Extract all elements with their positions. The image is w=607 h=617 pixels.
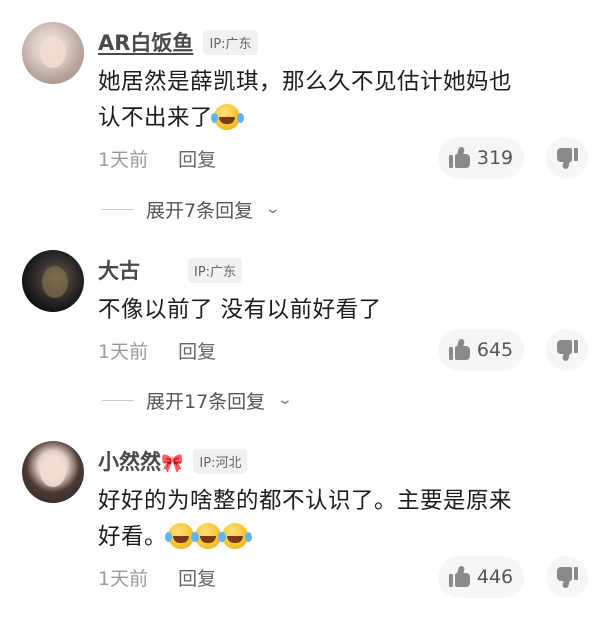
- comment-text-segment: 好看。: [98, 524, 168, 550]
- comment-meta: 1天前 回复: [98, 330, 216, 370]
- like-button[interactable]: 645: [438, 329, 524, 371]
- like-button[interactable]: 446: [438, 556, 524, 598]
- timestamp: 1天前: [98, 148, 149, 171]
- divider: [102, 399, 134, 401]
- dislike-button[interactable]: [546, 329, 588, 371]
- divider: [102, 208, 134, 210]
- comment-list: AR白饭鱼 IP:广东 她居然是薛凯琪，那么久不见估计她妈也 认不出来了 1天前…: [0, 0, 607, 617]
- reply-button[interactable]: 回复: [178, 145, 216, 172]
- comment-text-line: 认不出来了: [98, 100, 577, 136]
- reply-button[interactable]: 回复: [178, 564, 216, 591]
- thumbs-down-icon: [556, 339, 578, 362]
- thumbs-down-icon: [556, 147, 578, 170]
- timestamp: 1天前: [98, 567, 149, 590]
- ip-location-badge: IP:河北: [193, 448, 248, 474]
- avatar[interactable]: [22, 22, 84, 84]
- expand-replies-button[interactable]: 展开7条回复 ⌄: [102, 194, 282, 224]
- username[interactable]: 大古: [98, 255, 140, 285]
- avatar[interactable]: [22, 441, 84, 503]
- comment-text-segment: 认不出来了: [98, 105, 214, 131]
- comment-meta: 1天前 回复: [98, 557, 216, 597]
- comment-header: 大古 IP:广东: [98, 255, 243, 285]
- bow-icon: 🎀: [161, 453, 184, 474]
- laughing-tears-emoji: [192, 523, 222, 549]
- dislike-button[interactable]: [546, 137, 588, 179]
- comment-text: 不像以前了 没有以前好看了: [98, 292, 577, 328]
- thumbs-down-icon: [556, 566, 578, 589]
- username[interactable]: AR白饭鱼: [98, 27, 193, 57]
- like-count: 319: [476, 147, 514, 169]
- comment-text: 她居然是薛凯琪，那么久不见估计她妈也 认不出来了: [98, 64, 577, 136]
- laughing-tears-emoji: [211, 104, 241, 130]
- comment-meta: 1天前 回复: [98, 138, 216, 178]
- ip-location-badge: IP:广东: [188, 257, 243, 283]
- thumbs-up-icon: [448, 565, 471, 588]
- dislike-button[interactable]: [546, 556, 588, 598]
- timestamp: 1天前: [98, 340, 149, 363]
- thumbs-up-icon: [448, 146, 471, 169]
- expand-replies-label: 展开7条回复: [146, 199, 254, 222]
- expand-replies-button[interactable]: 展开17条回复 ⌄: [102, 385, 294, 415]
- ip-location-badge: IP:广东: [203, 29, 258, 55]
- expand-replies-label: 展开17条回复: [146, 390, 266, 413]
- chevron-down-icon: ⌄: [276, 392, 294, 408]
- like-button[interactable]: 319: [438, 137, 524, 179]
- comment-header: 小然然🎀 IP:河北: [98, 446, 248, 476]
- username[interactable]: 小然然🎀: [98, 446, 183, 476]
- comment-text-line: 好好的为啥整的都不认识了。主要是原来: [98, 488, 513, 514]
- thumbs-up-icon: [448, 338, 471, 361]
- avatar[interactable]: [22, 250, 84, 312]
- like-count: 645: [476, 339, 514, 361]
- laughing-tears-emoji: [219, 523, 249, 549]
- chevron-down-icon: ⌄: [264, 201, 282, 217]
- comment-text-line: 不像以前了 没有以前好看了: [98, 297, 382, 323]
- username-text: 小然然: [98, 450, 161, 474]
- comment-header: AR白饭鱼 IP:广东: [98, 28, 258, 56]
- laughing-tears-emoji: [165, 523, 195, 549]
- comment-text-line: 好看。: [98, 519, 577, 555]
- reply-button[interactable]: 回复: [178, 337, 216, 364]
- like-count: 446: [476, 566, 514, 588]
- comment-text: 好好的为啥整的都不认识了。主要是原来 好看。: [98, 483, 577, 555]
- comment-text-line: 她居然是薛凯琪，那么久不见估计她妈也: [98, 69, 513, 95]
